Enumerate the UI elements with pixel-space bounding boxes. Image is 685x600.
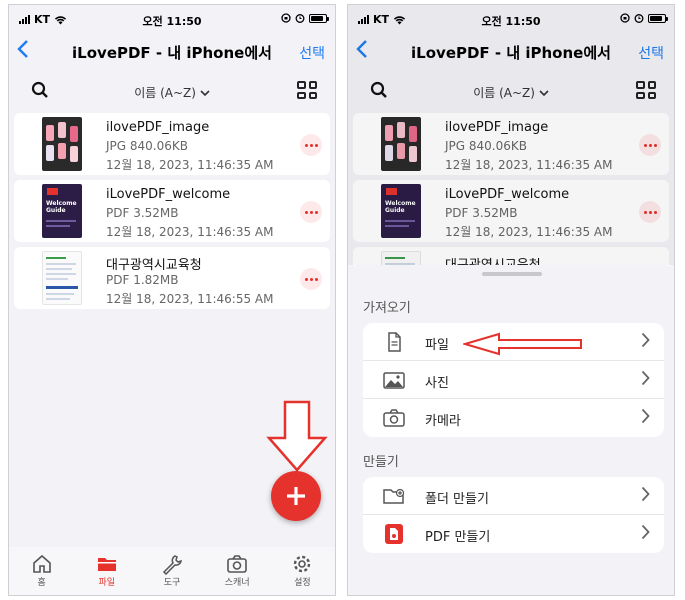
annotation-arrow-down	[266, 400, 328, 472]
create-pdf-option[interactable]: PDF 만들기	[363, 515, 664, 553]
sort-dropdown[interactable]: 이름 (A~Z)	[9, 84, 335, 101]
page-title: iLovePDF - 내 iPhone에서	[72, 44, 272, 62]
tab-files[interactable]: 파일	[74, 547, 139, 595]
folder-icon	[97, 558, 116, 571]
gear-icon	[294, 555, 311, 573]
file-toolbar: 이름 (A~Z)	[9, 77, 335, 107]
add-button[interactable]	[271, 471, 321, 521]
tab-label: 홈	[37, 578, 46, 588]
sheet-backdrop[interactable]	[348, 5, 674, 265]
sort-label: 이름 (A~Z)	[134, 86, 196, 100]
file-date: 12월 18, 2023, 11:46:35 AM	[106, 225, 274, 239]
file-meta: JPG 840.06KB	[106, 139, 188, 153]
chevron-right-icon	[641, 370, 650, 386]
file-thumbnail: Welcome Guide	[42, 184, 82, 238]
chevron-right-icon	[641, 524, 650, 540]
tab-settings[interactable]: 설정	[270, 547, 335, 595]
chevron-right-icon	[641, 408, 650, 424]
chevron-down-icon	[200, 90, 210, 97]
tab-bar: 홈 파일 도구 스캐너 설정	[9, 547, 335, 595]
tab-label: 파일	[98, 578, 116, 588]
file-thumbnail	[42, 251, 82, 305]
orientation-lock-icon	[281, 13, 291, 23]
file-row[interactable]: Welcome Guide iLovePDF_welcome PDF 3.52M…	[14, 180, 330, 242]
file-name: iLovePDF_welcome	[106, 187, 231, 202]
option-label: 사진	[425, 376, 449, 391]
file-meta: PDF 3.52MB	[106, 206, 179, 220]
photo-icon	[383, 372, 405, 389]
import-file-option[interactable]: 파일	[363, 323, 664, 361]
create-section-title: 만들기	[363, 455, 399, 470]
tab-label: 도구	[163, 578, 181, 588]
file-row[interactable]: ilovePDF_image JPG 840.06KB 12월 18, 2023…	[14, 113, 330, 175]
option-label: 카메라	[425, 414, 461, 429]
import-photo-option[interactable]: 사진	[363, 361, 664, 399]
thumbnail-title: Welcome Guide	[46, 200, 77, 214]
more-options-button[interactable]	[300, 201, 322, 223]
file-name: ilovePDF_image	[106, 120, 210, 135]
option-label: 파일	[425, 338, 449, 353]
phone-screen-add-sheet: KT 오전 11:50 iLovePDF - 내 iPhone에서 선택 이름 …	[347, 4, 675, 596]
plus-icon	[287, 487, 305, 505]
home-icon	[32, 554, 51, 573]
tab-label: 설정	[294, 578, 311, 588]
tab-tools[interactable]: 도구	[139, 547, 204, 595]
file-list: ilovePDF_image JPG 840.06KB 12월 18, 2023…	[14, 113, 330, 314]
annotation-arrow-left	[463, 332, 582, 356]
tab-scanner[interactable]: 스캐너	[205, 547, 270, 595]
file-date: 12월 18, 2023, 11:46:55 AM	[106, 292, 274, 306]
battery-icon	[309, 13, 329, 23]
sheet-grabber[interactable]	[482, 272, 542, 276]
camera-icon	[227, 555, 248, 573]
document-icon	[388, 332, 401, 352]
alarm-icon	[295, 14, 305, 23]
ilovepdf-logo	[47, 188, 58, 195]
folder-add-icon	[383, 488, 405, 504]
import-options-group: 파일 사진 카메라	[363, 323, 664, 437]
tab-label: 스캐너	[224, 578, 250, 588]
file-meta: PDF 1.82MB	[106, 273, 179, 287]
more-options-button[interactable]	[300, 134, 322, 156]
more-options-button[interactable]	[300, 268, 322, 290]
pdf-create-icon	[385, 524, 403, 544]
grid-view-button[interactable]	[297, 81, 317, 99]
file-row[interactable]: 대구광역시교육청 PDF 1.82MB 12월 18, 2023, 11:46:…	[14, 247, 330, 309]
create-options-group: 폴더 만들기 PDF 만들기	[363, 477, 664, 553]
camera-icon	[383, 409, 405, 427]
phone-screen-files: KT 오전 11:50 iLovePDF - 내 iPhone에서 선택 이름 …	[8, 4, 336, 596]
import-section-title: 가져오기	[363, 301, 411, 316]
wrench-icon	[162, 555, 182, 575]
select-button[interactable]: 선택	[299, 43, 325, 63]
chevron-right-icon	[641, 486, 650, 502]
file-thumbnail	[42, 117, 82, 171]
add-action-sheet: 가져오기 파일 사진 카메라 만들기 폴더 만들기 PDF 만들기	[348, 265, 674, 595]
option-label: PDF 만들기	[425, 530, 491, 545]
file-date: 12월 18, 2023, 11:46:35 AM	[106, 158, 274, 172]
status-bar: KT 오전 11:50	[9, 5, 335, 35]
create-folder-option[interactable]: 폴더 만들기	[363, 477, 664, 515]
option-label: 폴더 만들기	[425, 492, 489, 507]
import-camera-option[interactable]: 카메라	[363, 399, 664, 437]
file-name: 대구광역시교육청	[106, 258, 202, 273]
tab-home[interactable]: 홈	[9, 547, 74, 595]
navigation-bar: iLovePDF - 내 iPhone에서 선택	[9, 35, 335, 69]
chevron-right-icon	[641, 332, 650, 348]
